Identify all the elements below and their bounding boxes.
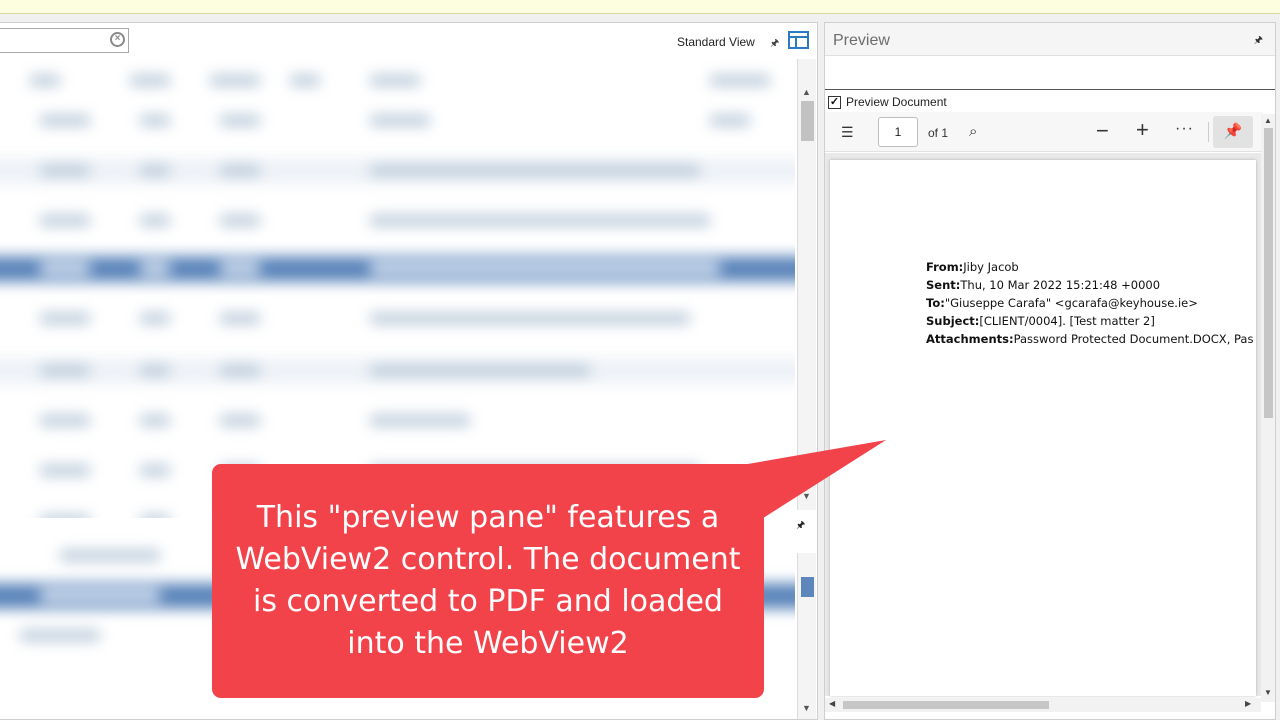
- list-item[interactable]: [0, 208, 795, 234]
- clear-search-icon[interactable]: ×: [110, 32, 125, 47]
- pin-icon[interactable]: 🖈: [796, 518, 805, 535]
- scroll-thumb[interactable]: [1264, 128, 1273, 418]
- list-header-row: [0, 68, 795, 94]
- minus-icon[interactable]: −: [1096, 118, 1109, 144]
- scroll-right-icon[interactable]: ▶: [1245, 699, 1251, 708]
- email-sent-line: Sent:Thu, 10 Mar 2022 15:21:48 +0000: [926, 278, 1161, 292]
- pdf-horizontal-scrollbar[interactable]: ◀ ▶: [825, 698, 1261, 712]
- preview-document-toggle[interactable]: ✓ Preview Document: [828, 94, 947, 110]
- pushpin-icon[interactable]: 📌: [1213, 116, 1253, 148]
- search-input[interactable]: ×: [0, 28, 129, 53]
- page-count: of 1: [928, 126, 949, 140]
- scroll-down-icon[interactable]: ▼: [802, 703, 811, 713]
- scroll-thumb[interactable]: [801, 577, 814, 597]
- pdf-toolbar: ☰ 1 of 1 ⌕ − + ··· 📌: [825, 112, 1263, 152]
- table-of-contents-icon[interactable]: ☰: [841, 124, 854, 141]
- list-item[interactable]: [0, 408, 795, 434]
- toolbar-separator: [1208, 122, 1209, 142]
- scroll-thumb[interactable]: [801, 101, 814, 141]
- preview-document-label: Preview Document: [846, 95, 947, 109]
- plus-icon[interactable]: +: [1136, 117, 1149, 143]
- search-icon[interactable]: ⌕: [969, 123, 977, 140]
- annotation-callout: This "preview pane" features a WebView2 …: [212, 464, 764, 698]
- view-selector-label[interactable]: Standard View: [677, 35, 755, 49]
- scroll-down-icon[interactable]: ▼: [1264, 688, 1272, 697]
- info-bar: [0, 0, 1280, 14]
- scroll-up-icon[interactable]: ▲: [802, 87, 811, 97]
- email-subject-line: Subject:[CLIENT/0004]. [Test matter 2]: [926, 314, 1155, 328]
- blurred-list-content: [0, 58, 795, 518]
- layout-icon[interactable]: [788, 31, 809, 49]
- pdf-viewer[interactable]: From:Jiby Jacob Sent:Thu, 10 Mar 2022 15…: [825, 153, 1261, 696]
- more-options-icon[interactable]: ···: [1175, 120, 1194, 138]
- preview-document-checkbox[interactable]: ✓: [828, 95, 841, 109]
- list-item[interactable]: [0, 358, 795, 384]
- pdf-vertical-scrollbar[interactable]: ▲ ▼: [1261, 114, 1275, 702]
- scroll-up-icon[interactable]: ▲: [1264, 116, 1272, 125]
- preview-title: Preview: [833, 32, 890, 49]
- list-item[interactable]: [0, 108, 795, 134]
- divider: [825, 89, 1275, 90]
- email-header: From:Jiby Jacob Sent:Thu, 10 Mar 2022 15…: [926, 258, 1256, 348]
- pin-icon[interactable]: 🖈: [770, 36, 779, 53]
- lower-scrollbar[interactable]: ▼: [797, 553, 816, 719]
- list-item[interactable]: [0, 306, 795, 332]
- scroll-left-icon[interactable]: ◀: [829, 699, 835, 708]
- email-from-line: From:Jiby Jacob: [926, 260, 1019, 274]
- lower-panel-header: 🖈: [795, 510, 817, 538]
- scroll-thumb[interactable]: [843, 701, 1049, 709]
- pin-icon[interactable]: 🖈: [1254, 33, 1263, 50]
- pdf-page: From:Jiby Jacob Sent:Thu, 10 Mar 2022 15…: [830, 160, 1256, 696]
- preview-header: Preview 🖈: [825, 23, 1275, 56]
- email-attachments-line: Attachments:Password Protected Document.…: [926, 332, 1254, 346]
- list-item-selected[interactable]: [0, 256, 795, 282]
- email-to-line: To:"Giuseppe Carafa" <gcarafa@keyhouse.i…: [926, 296, 1198, 310]
- callout-text: This "preview pane" features a WebView2 …: [235, 500, 741, 661]
- preview-pane: Preview 🖈 ✓ Preview Document ☰ 1 of 1 ⌕ …: [824, 22, 1276, 720]
- scroll-down-icon[interactable]: ▼: [802, 491, 811, 501]
- list-scrollbar[interactable]: ▲ ▼: [797, 59, 816, 511]
- list-item[interactable]: [0, 158, 795, 184]
- page-number-input[interactable]: 1: [878, 117, 918, 147]
- document-list[interactable]: [0, 58, 795, 518]
